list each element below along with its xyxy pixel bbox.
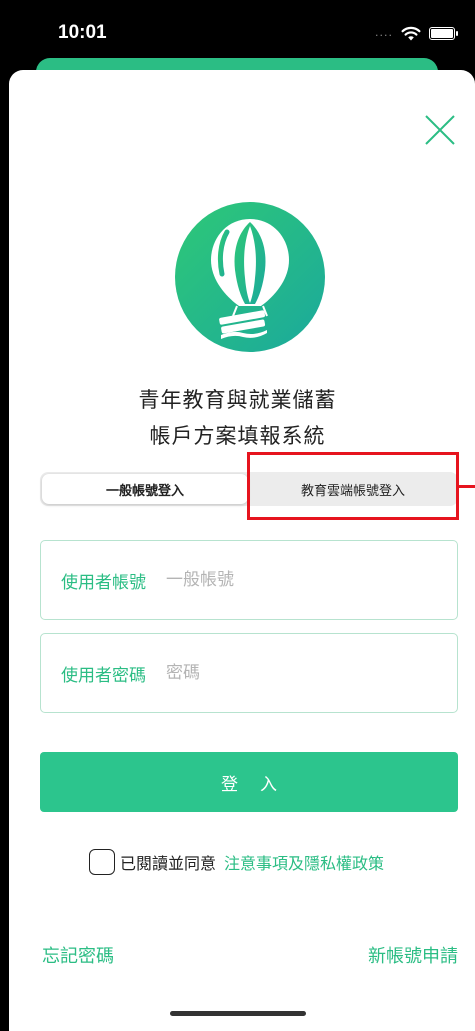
app-title-line1: 青年教育與就業儲蓄 [138,388,337,412]
close-icon[interactable] [422,112,458,148]
login-button[interactable]: 登入 [40,752,458,812]
app-title-line2: 帳戶方案填報系統 [149,424,326,448]
phone-screen: 10:01 .... 青年教育與就業儲蓄 帳戶方案填報系統 一般帳號登入 教育雲… [0,0,475,1031]
tab-general-account[interactable]: 一般帳號登入 [42,474,248,504]
password-input[interactable] [166,663,386,683]
register-account-link[interactable]: 新帳號申請 [368,942,458,968]
hot-air-balloon-logo [175,202,325,352]
wifi-icon [401,26,421,40]
status-icons: .... [375,24,458,42]
agreement-checkbox[interactable] [89,849,115,875]
agreement-text: 已閱讀並同意 [120,854,217,873]
privacy-policy-link[interactable]: 注意事項及隱私權政策 [224,850,384,874]
signal-icon: .... [375,26,393,39]
username-label: 使用者帳號 [61,572,146,593]
username-field[interactable]: 使用者帳號 [40,540,458,620]
username-input[interactable] [166,570,386,590]
forgot-password-link[interactable]: 忘記密碼 [42,942,114,968]
home-indicator[interactable] [170,1011,306,1016]
battery-icon [429,26,458,40]
password-label: 使用者密碼 [61,665,146,686]
agreement-row: 已閱讀並同意 注意事項及隱私權政策 [89,848,384,876]
login-type-tabs: 一般帳號登入 教育雲端帳號登入 [40,472,458,506]
password-field[interactable]: 使用者密碼 [40,633,458,713]
tab-education-cloud-account[interactable]: 教育雲端帳號登入 [250,472,456,506]
status-time: 10:01 [58,22,107,43]
